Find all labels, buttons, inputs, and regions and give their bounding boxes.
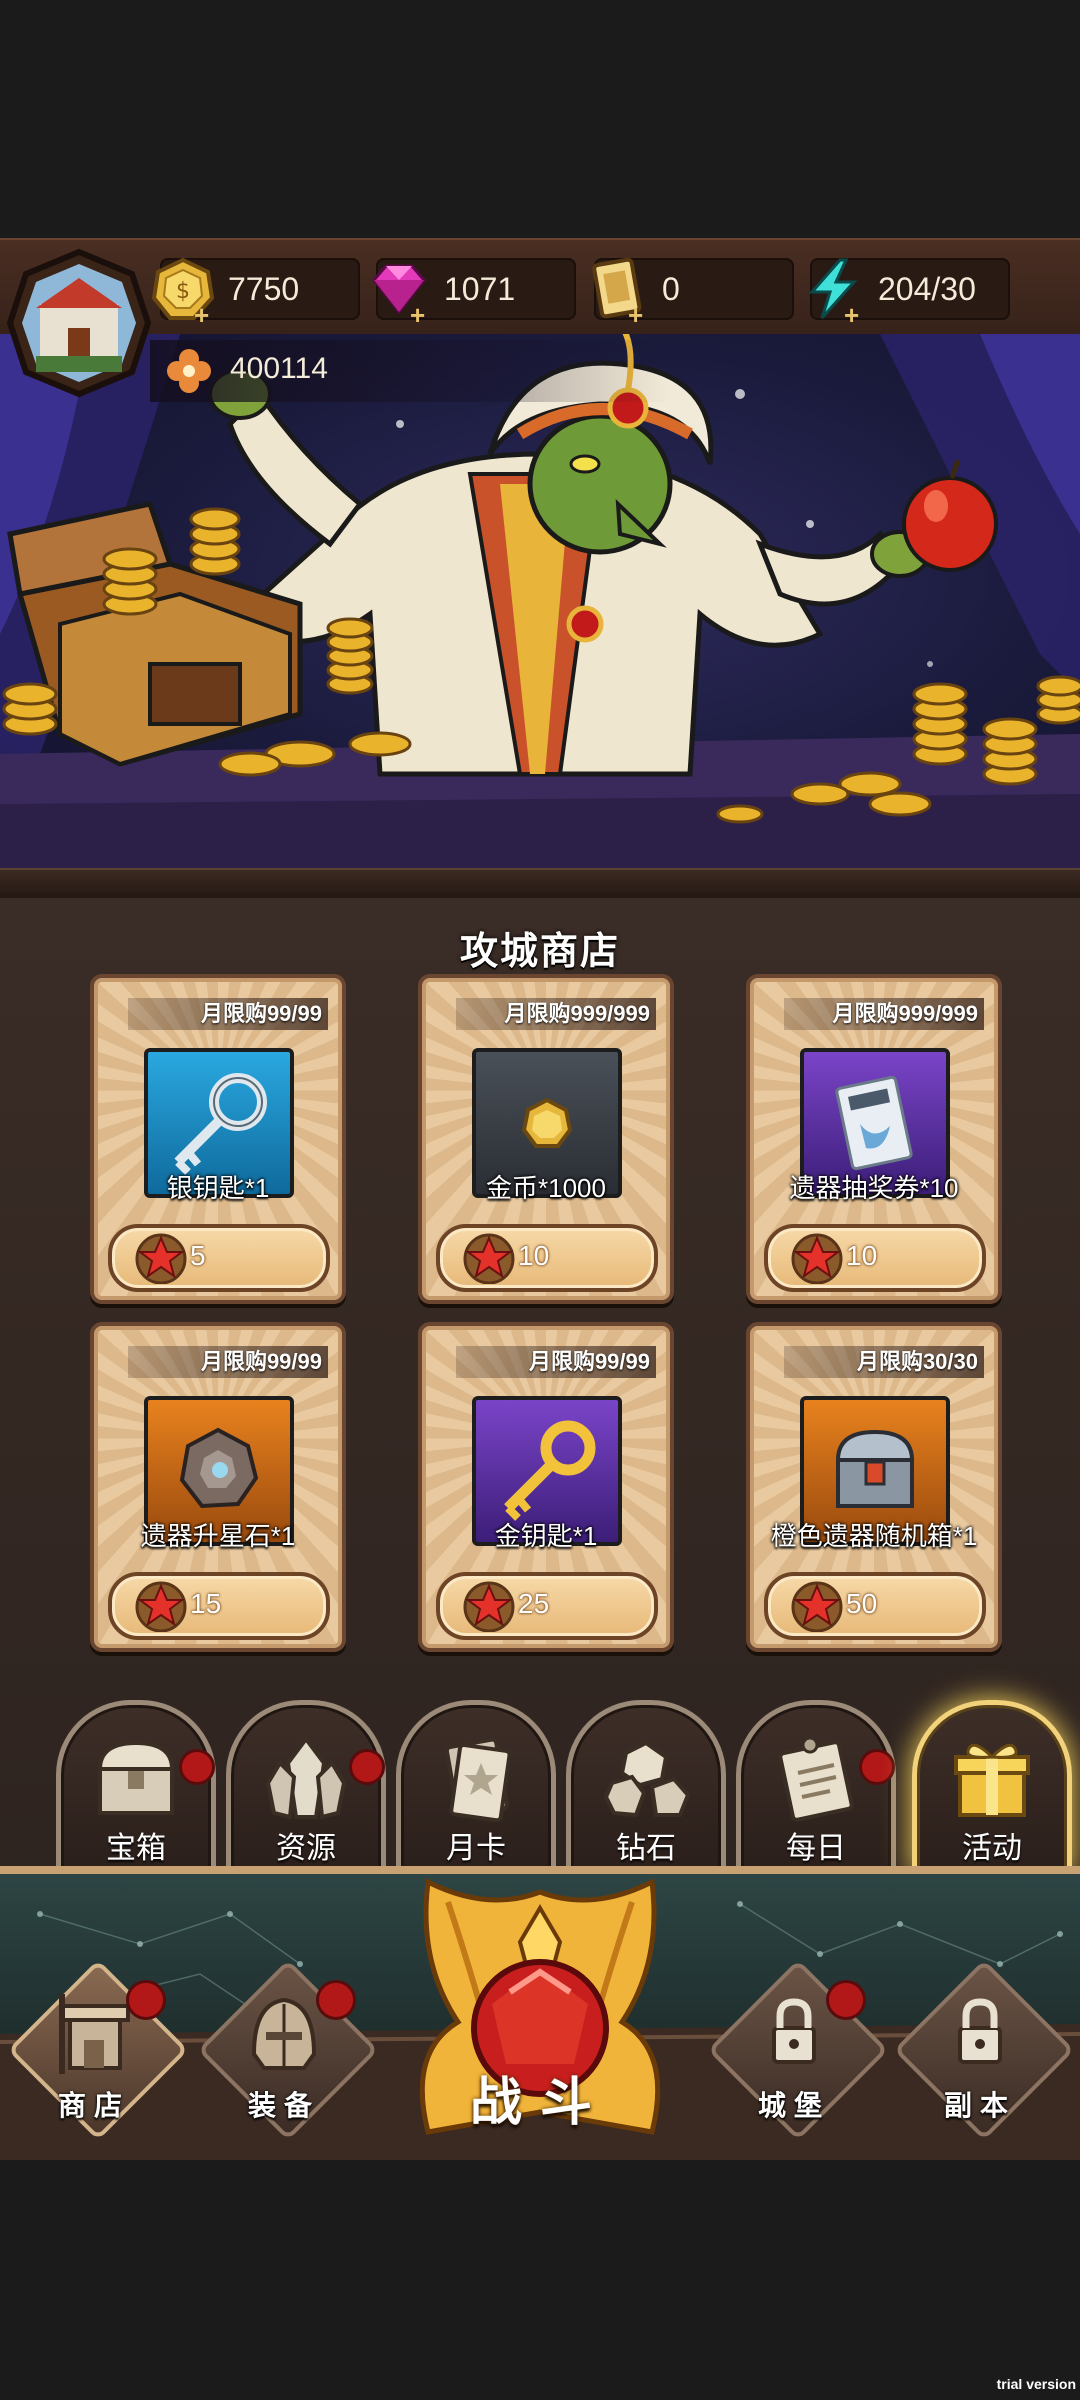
item-name: 遗器升星石*1 (140, 1521, 296, 1551)
item-price: 15 (190, 1588, 222, 1619)
power-bar: 400114 (150, 340, 670, 402)
svg-text:$: $ (176, 279, 190, 304)
nav-label: 城堡 (757, 2090, 830, 2121)
star-currency-icon (135, 1233, 187, 1284)
star-currency-icon (791, 1233, 843, 1284)
calendar-icon (778, 1736, 854, 1822)
tab-label: 资源 (276, 1832, 336, 1865)
shop-item-card[interactable]: 月限购99/99 银钥匙*1 5 (90, 974, 346, 1304)
tab-label: 月卡 (446, 1832, 506, 1865)
tab-label: 钻石 (616, 1832, 676, 1865)
battle-label: 战斗 (469, 2074, 610, 2132)
item-name: 金币*1000 (486, 1173, 606, 1203)
star-currency-icon (463, 1581, 515, 1632)
item-name: 橙色遗器随机箱*1 (770, 1521, 978, 1551)
nav-castle[interactable]: 城堡 (707, 1959, 889, 2141)
shop-item-card[interactable]: 月限购99/99 金钥匙*1 25 (418, 1322, 674, 1652)
shop-item-card[interactable]: 月限购999/999 遗器抽奖券*10 10 (746, 974, 1002, 1304)
shop-item-card[interactable]: 月限购99/99 遗器升星石*1 15 (90, 1322, 346, 1652)
clover-icon (167, 349, 211, 393)
gift-icon (954, 1743, 1030, 1817)
star-currency-icon (135, 1581, 187, 1632)
item-name: 遗器抽奖券*10 (789, 1173, 959, 1203)
tab-resources[interactable]: 资源 (226, 1700, 386, 1875)
tab-label: 每日 (786, 1832, 846, 1865)
alert-badge (859, 1749, 895, 1785)
buy-button[interactable]: 10 (436, 1224, 658, 1292)
buy-button[interactable]: 10 (764, 1224, 986, 1292)
tab-monthly-card[interactable]: 月卡 (396, 1700, 556, 1875)
nav-label: 副本 (943, 2090, 1016, 2121)
buy-button[interactable]: 25 (436, 1572, 658, 1640)
merchant-banner (0, 334, 1080, 870)
energy-value: 204/30 (878, 271, 976, 307)
alert-badge (179, 1749, 215, 1785)
crystal-icon (265, 1735, 347, 1820)
tickets-resource[interactable]: + 0 (592, 257, 794, 330)
shop-item-card[interactable]: 月限购30/30 橙色遗器随机箱*1 50 (746, 1322, 1002, 1652)
shop-title: 攻城商店 (459, 931, 620, 973)
energy-resource[interactable]: + 204/30 (808, 258, 1010, 330)
purchase-limit: 月限购999/999 (784, 998, 984, 1030)
gems-resource[interactable]: + 1071 (372, 258, 576, 330)
merchant-illustration (0, 334, 1080, 870)
add-energy-icon[interactable]: + (844, 300, 859, 331)
purchase-limit: 月限购999/999 (456, 998, 656, 1030)
tab-label: 宝箱 (106, 1832, 166, 1865)
tab-label: 活动 (962, 1832, 1022, 1865)
resource-bar: $ + 7750 + 1071 + 0 + 204/30 (0, 238, 1080, 338)
tab-diamond[interactable]: 钻石 (566, 1700, 726, 1875)
item-name: 银钥匙*1 (166, 1173, 270, 1203)
alert-badge (316, 1980, 356, 2020)
tab-chest[interactable]: 宝箱 (56, 1700, 216, 1875)
watermark: trial version (996, 2376, 1076, 2392)
tickets-value: 0 (662, 271, 680, 307)
gems-value: 1071 (444, 271, 516, 307)
item-price: 50 (846, 1588, 878, 1619)
nav-dungeon[interactable]: 副本 (893, 1959, 1075, 2141)
diamond-icon (603, 1740, 691, 1818)
purchase-limit: 月限购99/99 (128, 998, 328, 1030)
power-value: 400114 (230, 352, 328, 385)
star-currency-icon (791, 1581, 843, 1632)
chest-icon (97, 1740, 175, 1815)
tab-event[interactable]: 活动 (912, 1700, 1072, 1875)
item-price: 10 (846, 1240, 878, 1271)
add-gold-icon[interactable]: + (194, 300, 209, 331)
banner-divider (0, 868, 1080, 902)
buy-button[interactable]: 5 (108, 1224, 330, 1292)
item-price: 5 (190, 1240, 206, 1271)
add-gems-icon[interactable]: + (410, 300, 425, 331)
nav-equipment[interactable]: 装备 (197, 1959, 379, 2141)
nav-label: 商店 (57, 2090, 130, 2121)
purchase-limit: 月限购99/99 (128, 1346, 328, 1378)
card-icon (444, 1737, 512, 1823)
item-price: 25 (518, 1588, 550, 1619)
gold-value: 7750 (228, 271, 300, 307)
tab-daily[interactable]: 每日 (736, 1700, 896, 1875)
alert-badge (826, 1980, 866, 2020)
nav-label: 装备 (247, 2090, 320, 2121)
player-avatar[interactable] (6, 248, 152, 398)
buy-button[interactable]: 50 (764, 1572, 986, 1640)
add-tickets-icon[interactable]: + (628, 300, 643, 331)
buy-button[interactable]: 15 (108, 1572, 330, 1640)
nav-shop[interactable]: 商店 (7, 1959, 189, 2141)
alert-badge (349, 1749, 385, 1785)
star-currency-icon (463, 1233, 515, 1284)
purchase-limit: 月限购30/30 (784, 1346, 984, 1378)
shop-item-card[interactable]: 月限购999/999 金币*1000 10 (418, 974, 674, 1304)
alert-badge (126, 1980, 166, 2020)
lock-icon (958, 1998, 1002, 2064)
gold-resource[interactable]: $ + 7750 (151, 257, 360, 330)
purchase-limit: 月限购99/99 (456, 1346, 656, 1378)
item-name: 金钥匙*1 (494, 1521, 598, 1551)
item-price: 10 (518, 1240, 550, 1271)
